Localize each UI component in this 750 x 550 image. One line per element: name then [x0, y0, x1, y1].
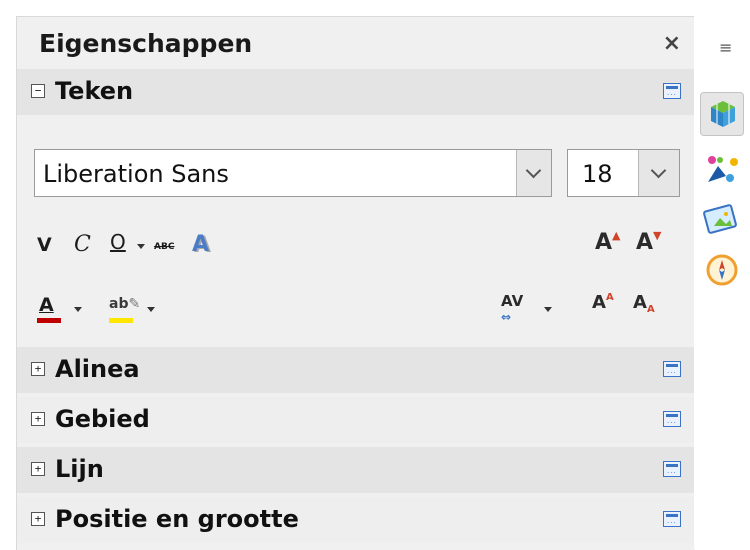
- more-options-icon[interactable]: ...: [663, 511, 681, 527]
- highlight-color-swatch: [109, 318, 133, 323]
- section-header-positie-en-grootte[interactable]: + Positie en grootte ...: [17, 497, 695, 543]
- sidebar-tab-navigator[interactable]: [700, 248, 744, 292]
- highlight-button[interactable]: ab✎: [109, 296, 140, 312]
- superscript-icon: A: [592, 292, 606, 313]
- expand-icon[interactable]: +: [31, 362, 45, 376]
- section-header-alinea[interactable]: + Alinea ...: [17, 347, 695, 393]
- italic-button[interactable]: C: [74, 232, 91, 257]
- sidebar-tab-bar: ≡: [694, 16, 750, 549]
- strikethrough-button[interactable]: ABC: [154, 242, 174, 252]
- section-header-teken[interactable]: − Teken ...: [17, 69, 695, 115]
- grow-font-button[interactable]: A▲: [595, 229, 621, 255]
- sidebar-menu-icon[interactable]: ≡: [719, 38, 732, 57]
- teken-section-body: Liberation Sans 18 V C O ABC A A▲ A▼ A a…: [17, 132, 695, 347]
- font-name-combobox[interactable]: Liberation Sans: [34, 149, 552, 197]
- chevron-down-icon[interactable]: [516, 150, 551, 196]
- underline-button[interactable]: O: [110, 230, 126, 254]
- section-label: Teken: [55, 77, 134, 105]
- font-name-value: Liberation Sans: [43, 160, 229, 188]
- font-color-swatch: [37, 318, 61, 323]
- font-color-button[interactable]: A: [39, 294, 54, 316]
- character-spacing-button[interactable]: AV ⇔: [501, 292, 524, 324]
- expand-icon[interactable]: +: [31, 512, 45, 526]
- collapse-icon[interactable]: −: [31, 84, 45, 98]
- highlight-icon: ab: [109, 296, 129, 312]
- highlight-dropdown-icon[interactable]: [147, 307, 155, 312]
- more-options-icon[interactable]: ...: [663, 361, 681, 377]
- more-options-icon[interactable]: ...: [663, 461, 681, 477]
- shrink-font-icon: A: [636, 230, 654, 255]
- gallery-icon: [703, 204, 737, 234]
- superscript-button[interactable]: AA: [592, 292, 614, 313]
- grow-font-icon: A: [595, 230, 613, 255]
- font-size-combobox[interactable]: 18: [567, 149, 680, 197]
- panel-title-bar: Eigenschappen ×: [17, 17, 695, 69]
- compass-icon: [706, 254, 738, 286]
- font-color-icon: A: [39, 294, 54, 316]
- font-size-value: 18: [582, 160, 613, 188]
- spacing-icon: AV: [501, 292, 524, 310]
- styles-icon: [708, 156, 738, 182]
- sidebar-tab-properties[interactable]: [700, 92, 744, 136]
- properties-panel: Eigenschappen × − Teken ... Liberation S…: [16, 16, 695, 550]
- shadow-button[interactable]: A: [192, 232, 209, 257]
- shrink-font-button[interactable]: A▼: [636, 229, 662, 255]
- section-label: Positie en grootte: [55, 505, 299, 533]
- sidebar-tab-gallery[interactable]: [700, 198, 744, 242]
- font-color-dropdown-icon[interactable]: [74, 307, 82, 312]
- section-label: Alinea: [55, 355, 140, 383]
- expand-icon[interactable]: +: [31, 412, 45, 426]
- more-options-icon[interactable]: ...: [663, 83, 681, 99]
- section-header-gebied[interactable]: + Gebied ...: [17, 397, 695, 443]
- bold-button[interactable]: V: [37, 234, 52, 256]
- chevron-down-icon[interactable]: [638, 150, 679, 196]
- section-label: Gebied: [55, 405, 150, 433]
- section-header-lijn[interactable]: + Lijn ...: [17, 447, 695, 493]
- underline-dropdown-icon[interactable]: [137, 244, 145, 249]
- subscript-icon: A: [633, 292, 647, 313]
- panel-title: Eigenschappen: [39, 29, 253, 58]
- spacing-dropdown-icon[interactable]: [544, 307, 552, 312]
- sidebar-tab-styles[interactable]: [700, 148, 744, 192]
- properties-cube-icon: [711, 101, 735, 127]
- more-options-icon[interactable]: ...: [663, 411, 681, 427]
- close-icon[interactable]: ×: [663, 31, 681, 56]
- section-label: Lijn: [55, 455, 104, 483]
- subscript-button[interactable]: AA: [633, 292, 655, 315]
- expand-icon[interactable]: +: [31, 462, 45, 476]
